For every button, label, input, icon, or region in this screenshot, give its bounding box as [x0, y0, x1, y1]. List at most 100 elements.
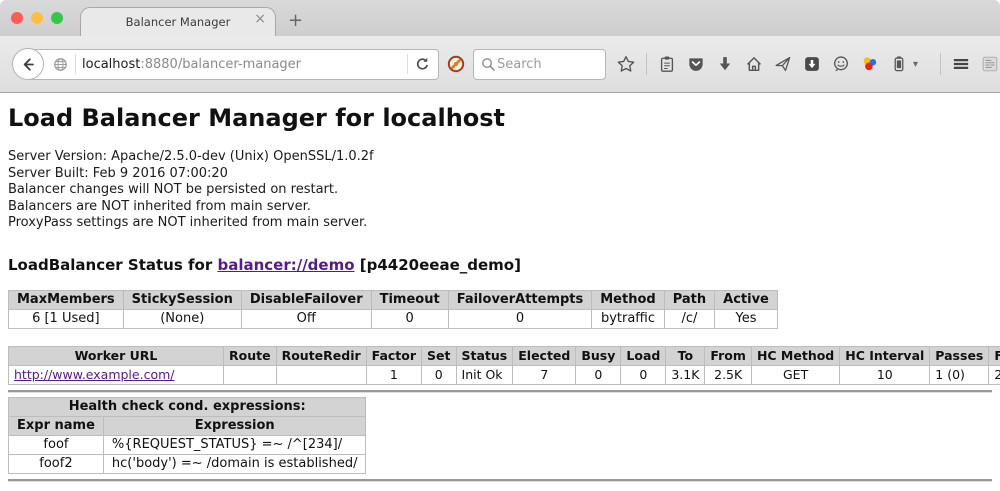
- col-active: Active: [715, 290, 778, 309]
- color-dots-icon[interactable]: [861, 55, 879, 73]
- blocked-plugin-icon: [447, 55, 465, 73]
- page-title: Load Balancer Manager for localhost: [8, 104, 992, 132]
- smiley-icon[interactable]: [832, 55, 850, 73]
- download-box-icon[interactable]: [803, 55, 821, 73]
- cell-from: 2.5K: [705, 365, 752, 384]
- cell-expr-name: foof: [9, 435, 104, 454]
- col-worker-url: Worker URL: [9, 346, 224, 365]
- clipboard-icon[interactable]: [658, 55, 676, 73]
- worker-status-table: Worker URL Route RouteRedir Factor Set S…: [8, 346, 1000, 385]
- cell-expression: %{REQUEST_STATUS} =~ /^[234]/: [103, 435, 366, 454]
- col-factor: Factor: [366, 346, 421, 365]
- back-arrow-icon: [20, 56, 37, 73]
- table-title-row: Health check cond. expressions:: [9, 397, 366, 416]
- col-routeredir: RouteRedir: [276, 346, 366, 365]
- cell-routeredir: [276, 365, 366, 384]
- cell-worker-url: http://www.example.com/: [9, 365, 224, 384]
- server-built-line: Server Built: Feb 9 2016 07:00:20: [8, 166, 992, 183]
- new-tab-button[interactable]: +: [288, 8, 303, 34]
- minimize-window-button[interactable]: [31, 12, 43, 24]
- col-maxmembers: MaxMembers: [9, 290, 124, 309]
- tab-balancer-manager[interactable]: Balancer Manager ×: [80, 7, 276, 36]
- cell-route: [224, 365, 277, 384]
- table-header-row: Expr name Expression: [9, 416, 366, 435]
- col-stickysession: StickySession: [123, 290, 241, 309]
- health-check-table: Health check cond. expressions: Expr nam…: [8, 397, 366, 474]
- close-window-button[interactable]: [11, 12, 23, 24]
- browser-window: Balancer Manager × + localhost:8880/bala…: [0, 0, 1000, 491]
- navigation-toolbar: localhost:8880/balancer-manager: [0, 36, 1000, 93]
- table-row: foof2 hc('body') =~ /domain is establish…: [9, 454, 366, 473]
- table-header-row: Worker URL Route RouteRedir Factor Set S…: [9, 346, 1000, 365]
- menu-icon[interactable]: [952, 55, 970, 73]
- col-from: From: [705, 346, 752, 365]
- col-route: Route: [224, 346, 277, 365]
- table-row: http://www.example.com/ 1 0 Init Ok 7 0 …: [9, 365, 1000, 384]
- grid-page-icon[interactable]: [981, 55, 999, 73]
- col-path: Path: [664, 290, 714, 309]
- cell-to: 3.1K: [666, 365, 705, 384]
- toolbar-divider: [646, 53, 647, 75]
- blocked-plugin-button[interactable]: [447, 55, 465, 73]
- col-hc-method: HC Method: [751, 346, 839, 365]
- cell-disablefailover: Off: [241, 309, 371, 328]
- cell-expr-name: foof2: [9, 454, 104, 473]
- downloads-icon[interactable]: [716, 55, 734, 73]
- cell-busy: 0: [576, 365, 621, 384]
- col-to: To: [666, 346, 705, 365]
- search-icon: [480, 56, 497, 73]
- cell-expression: hc('body') =~ /domain is established/: [103, 454, 366, 473]
- balancer-status-heading: LoadBalancer Status for balancer://demo …: [8, 256, 992, 274]
- col-expr-name: Expr name: [9, 416, 104, 435]
- search-bar[interactable]: [473, 49, 606, 80]
- tab-close-icon[interactable]: ×: [254, 12, 266, 26]
- cell-failoverattempts: 0: [448, 309, 592, 328]
- zoom-window-button[interactable]: [51, 12, 63, 24]
- toolbar-divider2: [940, 53, 941, 75]
- server-version-line: Server Version: Apache/2.5.0-dev (Unix) …: [8, 149, 992, 166]
- chevron-down-icon[interactable]: ▾: [913, 59, 918, 70]
- cell-passes: 1 (0): [930, 365, 989, 384]
- bookmark-star-icon[interactable]: [617, 55, 635, 73]
- battery-icon[interactable]: [890, 55, 908, 73]
- col-fails: Fails: [989, 346, 1000, 365]
- col-passes: Passes: [930, 346, 989, 365]
- balancer-demo-link[interactable]: balancer://demo: [217, 256, 354, 274]
- section-divider: [8, 390, 992, 392]
- cell-hc-method: GET: [751, 365, 839, 384]
- server-info: Server Version: Apache/2.5.0-dev (Unix) …: [8, 149, 992, 232]
- table-row: foof %{REQUEST_STATUS} =~ /^[234]/: [9, 435, 366, 454]
- url-text[interactable]: localhost:8880/balancer-manager: [82, 57, 401, 72]
- worker-url-link[interactable]: http://www.example.com/: [14, 367, 174, 382]
- cell-load: 0: [621, 365, 666, 384]
- window-controls: [11, 12, 63, 24]
- send-icon[interactable]: [774, 55, 792, 73]
- col-failoverattempts: FailoverAttempts: [448, 290, 592, 309]
- url-domain: localhost: [82, 57, 140, 72]
- persist-note-line: Balancer changes will NOT be persisted o…: [8, 182, 992, 199]
- col-disablefailover: DisableFailover: [241, 290, 371, 309]
- col-status: Status: [456, 346, 513, 365]
- cell-stickysession: (None): [123, 309, 241, 328]
- status-heading-prefix: LoadBalancer Status for: [8, 256, 217, 274]
- home-icon[interactable]: [745, 55, 763, 73]
- cell-maxmembers: 6 [1 Used]: [9, 309, 124, 328]
- reload-icon: [414, 56, 431, 73]
- cell-factor: 1: [366, 365, 421, 384]
- toolbar-buttons: ▾: [617, 53, 999, 75]
- pocket-icon[interactable]: [687, 55, 705, 73]
- cell-active: Yes: [715, 309, 778, 328]
- cell-timeout: 0: [371, 309, 448, 328]
- col-method: Method: [592, 290, 664, 309]
- cell-hc-interval: 10: [840, 365, 930, 384]
- col-load: Load: [621, 346, 666, 365]
- bottom-divider: [8, 479, 992, 481]
- proxypass-note-line: ProxyPass settings are NOT inherited fro…: [8, 215, 992, 232]
- inherit-note-line: Balancers are NOT inherited from main se…: [8, 199, 992, 216]
- back-button[interactable]: [12, 48, 44, 80]
- search-input[interactable]: [497, 57, 587, 72]
- url-bar[interactable]: localhost:8880/balancer-manager: [27, 49, 439, 80]
- cell-fails: 2 (0): [989, 365, 1000, 384]
- col-timeout: Timeout: [371, 290, 448, 309]
- reload-button[interactable]: [414, 56, 438, 73]
